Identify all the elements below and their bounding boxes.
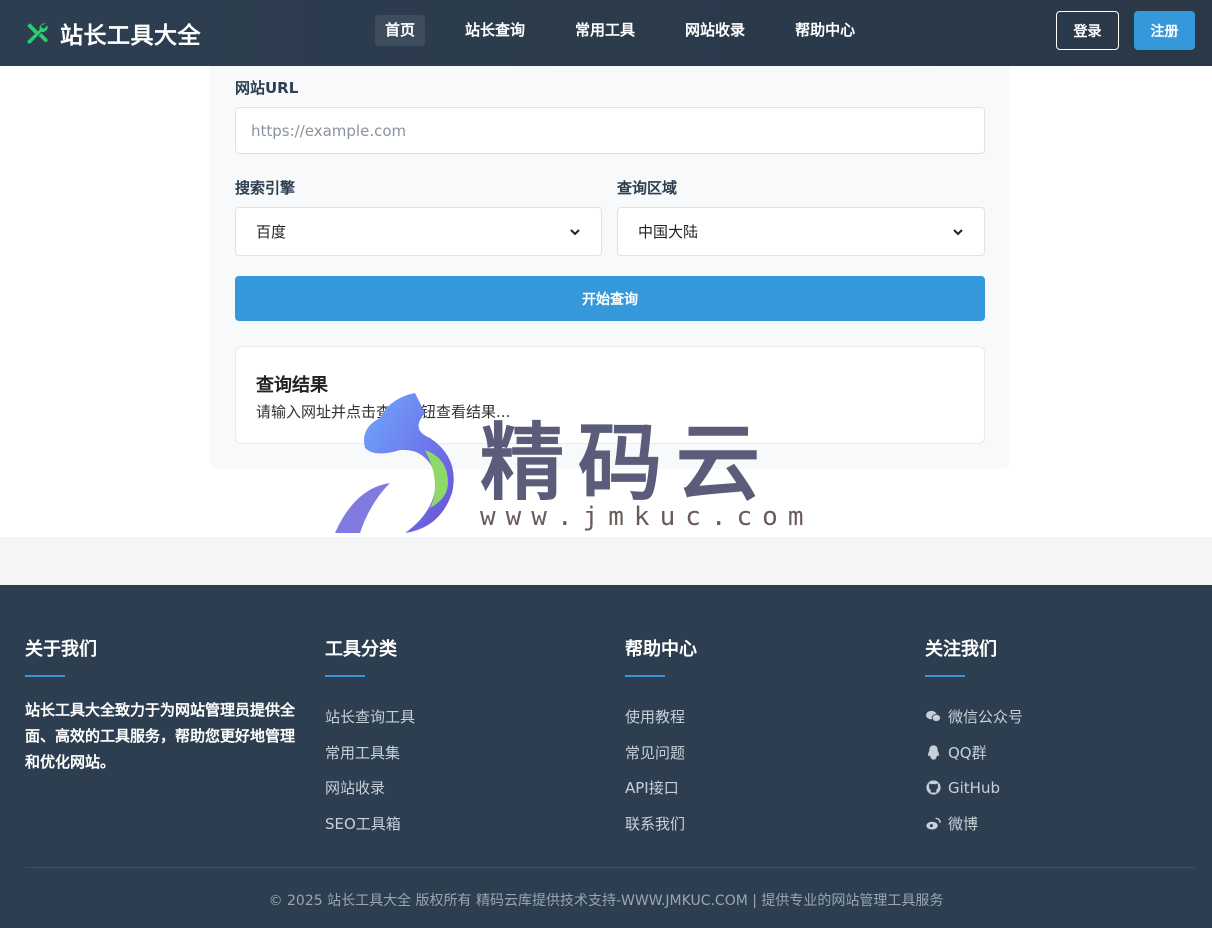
spacer-band bbox=[0, 537, 1212, 585]
footer-social-label: 微博 bbox=[948, 814, 979, 833]
footer-link[interactable]: 网站收录 bbox=[325, 770, 595, 806]
footer-social-label: 微信公众号 bbox=[948, 708, 1024, 727]
wechat-icon bbox=[926, 711, 942, 723]
footer-link[interactable]: 联系我们 bbox=[625, 806, 895, 842]
footer-about-title: 关于我们 bbox=[25, 639, 97, 660]
footer: 关于我们 站长工具大全致力于为网站管理员提供全面、高效的工具服务，帮助您更好地管… bbox=[0, 585, 1212, 928]
footer-link[interactable]: SEO工具箱 bbox=[325, 806, 595, 842]
chevron-down-icon bbox=[953, 228, 963, 235]
footer-underline bbox=[25, 675, 65, 677]
region-select[interactable]: 中国大陆 bbox=[617, 207, 985, 256]
nav-home[interactable]: 首页 bbox=[375, 15, 426, 46]
copyright: © 2025 站长工具大全 版权所有 精码云库提供技术支持-WWW.JMKUC.… bbox=[268, 893, 944, 909]
start-query-button[interactable]: 开始查询 bbox=[235, 276, 985, 321]
footer-categories: 工具分类 站长查询工具 常用工具集 网站收录 SEO工具箱 bbox=[325, 635, 595, 841]
nav-site-query[interactable]: 站长查询 bbox=[455, 15, 535, 46]
footer-social-wechat[interactable]: 微信公众号 bbox=[925, 699, 1195, 735]
footer-link[interactable]: API接口 bbox=[625, 770, 895, 806]
url-label: 网站URL bbox=[235, 79, 299, 97]
engine-select[interactable]: 百度 bbox=[235, 207, 602, 256]
footer-social-label: GitHub bbox=[948, 778, 1000, 797]
footer-follow-title: 关注我们 bbox=[925, 639, 997, 660]
nav-site-index[interactable]: 网站收录 bbox=[675, 15, 755, 46]
footer-about: 关于我们 站长工具大全致力于为网站管理员提供全面、高效的工具服务，帮助您更好地管… bbox=[25, 635, 295, 775]
footer-social-label: QQ群 bbox=[948, 743, 987, 762]
query-card: 网站URL 搜索引擎 百度 查询区域 中国大陆 开始查询 查询结果 请输入网址并… bbox=[210, 66, 1010, 469]
footer-divider bbox=[25, 867, 1195, 868]
result-panel: 查询结果 请输入网址并点击查询按钮查看结果... bbox=[235, 346, 985, 444]
footer-social-weibo[interactable]: 微博 bbox=[925, 806, 1195, 842]
footer-link[interactable]: 常见问题 bbox=[625, 735, 895, 771]
brand-title: 站长工具大全 bbox=[60, 23, 201, 49]
footer-help: 帮助中心 使用教程 常见问题 API接口 联系我们 bbox=[625, 635, 895, 841]
footer-about-text: 站长工具大全致力于为网站管理员提供全面、高效的工具服务，帮助您更好地管理和优化网… bbox=[25, 701, 296, 771]
url-input[interactable] bbox=[235, 107, 985, 154]
top-navbar: 站长工具大全 首页 站长查询 常用工具 网站收录 帮助中心 登录 注册 bbox=[0, 0, 1212, 66]
watermark-url: www.jmkuc.com bbox=[480, 502, 814, 532]
qq-icon bbox=[928, 745, 939, 760]
footer-link[interactable]: 常用工具集 bbox=[325, 735, 595, 771]
region-label: 查询区域 bbox=[617, 179, 678, 197]
footer-social-github[interactable]: GitHub bbox=[925, 770, 1195, 806]
weibo-icon bbox=[926, 817, 941, 830]
footer-categories-title: 工具分类 bbox=[325, 639, 397, 660]
footer-link[interactable]: 使用教程 bbox=[625, 699, 895, 735]
engine-select-value: 百度 bbox=[256, 223, 287, 241]
chevron-down-icon bbox=[570, 228, 580, 235]
tools-icon bbox=[27, 23, 48, 44]
footer-social-qq[interactable]: QQ群 bbox=[925, 735, 1195, 771]
engine-label: 搜索引擎 bbox=[235, 179, 296, 197]
result-text: 请输入网址并点击查询按钮查看结果... bbox=[256, 403, 511, 421]
main-nav: 首页 站长查询 常用工具 网站收录 帮助中心 bbox=[375, 15, 865, 46]
brand[interactable]: 站长工具大全 bbox=[24, 16, 201, 50]
login-button[interactable]: 登录 bbox=[1056, 11, 1119, 50]
register-button[interactable]: 注册 bbox=[1134, 11, 1195, 50]
result-title: 查询结果 bbox=[256, 375, 328, 396]
github-icon bbox=[926, 780, 941, 795]
footer-help-title: 帮助中心 bbox=[625, 639, 697, 660]
region-select-value: 中国大陆 bbox=[638, 223, 699, 241]
footer-follow: 关注我们 微信公众号 QQ群 GitHub 微博 bbox=[925, 635, 1195, 841]
footer-underline bbox=[625, 675, 665, 677]
nav-common-tools[interactable]: 常用工具 bbox=[565, 15, 645, 46]
footer-underline bbox=[925, 675, 965, 677]
footer-link[interactable]: 站长查询工具 bbox=[325, 699, 595, 735]
footer-underline bbox=[325, 675, 365, 677]
nav-help-center[interactable]: 帮助中心 bbox=[785, 15, 865, 46]
